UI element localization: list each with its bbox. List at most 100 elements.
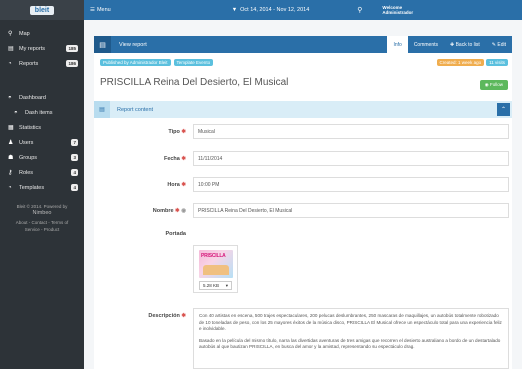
footer-copyright: Bleit © 2014. Powered by — [16, 204, 68, 209]
sidebar-footer: Bleit © 2014. Powered by Nimbeo About - … — [0, 195, 84, 233]
field-label: Hora ✱ — [167, 182, 186, 188]
descripcion-field[interactable]: Con 40 artistas en escena, 500 trajes es… — [193, 308, 509, 369]
sidebar-item-map[interactable]: ⚲ Map — [0, 26, 84, 41]
sidebar-item-label: Reports — [19, 60, 39, 67]
sidebar-item-my-reports[interactable]: ▤ My reports 185 — [0, 41, 84, 56]
edit-label: Edit — [497, 41, 506, 48]
menu-label: Menu — [96, 7, 111, 13]
form-row-portada: Portada — [94, 231, 512, 237]
top-bar: ☰ Menu ▼ Oct 14, 2014 - Nov 12, 2014 ⚲ Wel… — [84, 0, 522, 20]
cover-image[interactable]: PRISCILLA — [199, 250, 233, 278]
map-marker-icon: ⚲ — [8, 31, 13, 37]
required-icon: ✱ — [181, 182, 186, 188]
templates-icon: ◔ — [8, 184, 12, 191]
fecha-field[interactable]: 11/11/2014 — [193, 151, 509, 166]
cover-title: PRISCILLA — [201, 253, 226, 259]
sidebar-item-label: My reports — [19, 45, 45, 52]
sidebar-item-label: Roles — [19, 169, 34, 176]
search-icon[interactable]: ⚲ — [357, 6, 362, 14]
sidebar-item-groups[interactable]: ☗ Groups 3 — [0, 150, 84, 165]
follow-label: Follow — [489, 82, 503, 87]
tipo-field[interactable]: Musical — [193, 124, 509, 139]
sidebar-item-users[interactable]: ♟ Users 7 — [0, 135, 84, 150]
section-title: Report content — [117, 106, 154, 113]
required-icon: ✱ — [181, 129, 186, 135]
hora-field[interactable]: 10:00 PM — [193, 177, 509, 192]
report-header-bar: ▤ View report Info Comments ✚ Back to li… — [94, 36, 512, 53]
description-paragraph: Basado en la película del mismo título, … — [199, 337, 501, 350]
sidebar-item-templates[interactable]: ◔ Templates 4 — [0, 180, 84, 195]
sidebar-item-label: Dash items — [25, 109, 53, 116]
menu-button[interactable]: ☰ Menu — [90, 7, 111, 13]
section-header: ▤ Report content ⌃ — [94, 101, 512, 118]
report-meta: Published by Administrador Bleit Templat… — [100, 59, 214, 66]
dashboard-icon: ◓ — [8, 94, 12, 101]
count-badge: 3 — [71, 154, 78, 161]
sidebar: bleit ⚲ Map ▤ My reports 185 ◔ Reports 186 ◓ D… — [0, 0, 84, 369]
sidebar-item-dashboard[interactable]: ◓ Dashboard — [0, 90, 84, 105]
sidebar-item-label: Users — [19, 139, 34, 146]
required-icon: ✱ — [181, 313, 186, 319]
hamburger-icon: ☰ — [90, 7, 95, 13]
file-icon: ▤ — [8, 46, 14, 52]
template-badge[interactable]: Template Evento — [173, 59, 214, 66]
count-badge: 7 — [71, 139, 78, 146]
follow-button[interactable]: ◉ Follow — [479, 80, 508, 90]
logo-bar: bleit — [0, 0, 84, 20]
report-title: PRISCILLA Reina Del Desierto, El Musical — [100, 77, 289, 88]
user-icon: ♟ — [8, 140, 14, 146]
nombre-field[interactable]: PRISCILLA Reina Del Desierto, El Musical — [193, 203, 509, 218]
file-size: 5.28 KB — [203, 283, 220, 288]
tab-info[interactable]: Info — [387, 36, 408, 53]
back-label: Back to list — [455, 41, 480, 48]
cover-image-box: PRISCILLA 5.28 KB ▾ — [193, 245, 238, 293]
sidebar-nav: ⚲ Map ▤ My reports 185 ◔ Reports 186 — [0, 26, 84, 71]
count-badge: 186 — [66, 60, 78, 67]
logo[interactable]: bleit — [29, 5, 55, 15]
report-panel: Published by Administrador Bleit Templat… — [94, 53, 512, 369]
sidebar-item-reports[interactable]: ◔ Reports 186 — [0, 56, 84, 71]
published-by-badge: Published by Administrador Bleit — [100, 59, 171, 66]
created-badge: Created: 1 week ago — [436, 59, 485, 66]
count-badge: 4 — [71, 169, 78, 176]
sidebar-item-label: Statistics — [19, 124, 42, 131]
edit-button[interactable]: ✎ Edit — [486, 36, 512, 53]
collapse-button[interactable]: ⌃ — [497, 103, 510, 116]
sidebar-item-statistics[interactable]: ▦ Statistics — [0, 120, 84, 135]
report-stats: Created: 1 week ago 11 visits — [436, 59, 508, 66]
eye-icon: ◉ — [181, 208, 186, 214]
caret-down-icon: ▾ — [225, 282, 228, 288]
key-icon: ⚷ — [8, 170, 13, 176]
count-badge: 4 — [71, 184, 78, 191]
document-icon: ▤ — [94, 36, 111, 53]
back-to-list-button[interactable]: ✚ Back to list — [444, 36, 486, 53]
footer-powered-by-link[interactable]: Nimbeo — [8, 210, 76, 217]
count-badge: 185 — [66, 45, 78, 52]
groups-icon: ☗ — [8, 155, 14, 161]
footer-links-2[interactable]: Service - Product — [8, 226, 76, 233]
username: Administrador — [382, 10, 414, 15]
user-menu[interactable]: Welcome Administrador — [382, 5, 413, 15]
sidebar-nav-admin: ◓ Dashboard ◓ Dash items ▦ Statistics ♟ User… — [0, 90, 84, 195]
date-range-filter[interactable]: ▼ Oct 14, 2014 - Nov 12, 2014 — [232, 7, 310, 13]
sidebar-item-label: Templates — [19, 184, 45, 191]
tab-comments[interactable]: Comments — [408, 36, 444, 53]
reports-icon: ◔ — [8, 60, 12, 67]
sidebar-item-label: Map — [19, 30, 30, 37]
file-size-dropdown[interactable]: 5.28 KB ▾ — [199, 281, 232, 290]
field-label: Nombre ✱ ◉ — [152, 208, 186, 214]
document-icon: ▤ — [94, 101, 110, 118]
visits-badge: 11 visits — [486, 59, 508, 66]
required-icon: ✱ — [181, 156, 186, 162]
sidebar-item-label: Dashboard — [19, 94, 46, 101]
cover-bus-illustration — [203, 265, 229, 275]
required-icon: ✱ — [175, 208, 180, 214]
sidebar-item-roles[interactable]: ⚷ Roles 4 — [0, 165, 84, 180]
date-range-label: Oct 14, 2014 - Nov 12, 2014 — [240, 7, 310, 13]
sidebar-item-label: Groups — [19, 154, 38, 161]
footer-links[interactable]: About - Contact - Terms of — [8, 219, 76, 226]
field-label: Fecha ✱ — [163, 156, 186, 162]
dashboard-icon: ◓ — [14, 109, 18, 116]
chevron-up-icon: ⌃ — [500, 107, 507, 113]
sidebar-item-dash-items[interactable]: ◓ Dash items — [0, 105, 84, 120]
